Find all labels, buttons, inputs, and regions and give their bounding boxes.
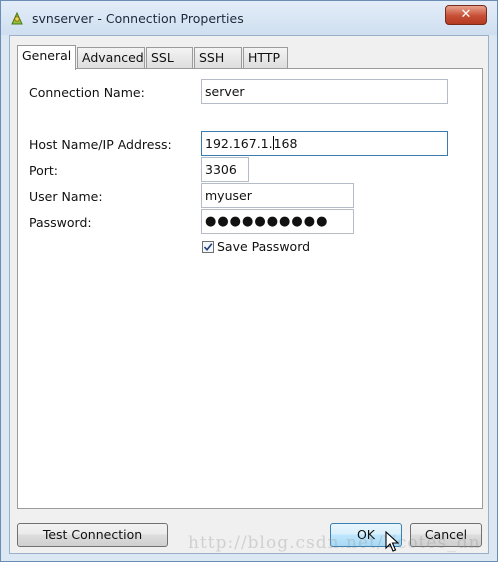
title-bar[interactable]: svnserver - Connection Properties ✕ — [1, 1, 497, 35]
user-name-field[interactable]: myuser — [201, 183, 354, 208]
tab-ssh[interactable]: SSH — [194, 47, 242, 69]
tab-label: Advanced — [82, 50, 144, 65]
port-label: Port: — [29, 163, 58, 178]
host-value-end: 168 — [273, 136, 298, 151]
host-label: Host Name/IP Address: — [29, 137, 172, 152]
tab-general[interactable]: General — [17, 45, 76, 70]
port-field[interactable]: 3306 — [201, 157, 249, 182]
password-field[interactable]: ●●●●●●●●●● — [201, 209, 354, 234]
tab-label: General — [22, 48, 72, 63]
window-title: svnserver - Connection Properties — [32, 11, 244, 26]
tab-label: HTTP — [248, 50, 280, 65]
dialog-body: General Advanced SSL SSH HTTP Connection… — [9, 35, 489, 554]
save-password-checkbox[interactable] — [202, 241, 214, 253]
dialog-window: svnserver - Connection Properties ✕ Gene… — [0, 0, 498, 562]
general-panel: Connection Name: server Host Name/IP Add… — [17, 68, 483, 509]
watermark-text: http://blog.csdn.net/Vcotes_dn — [188, 533, 481, 553]
app-icon — [11, 11, 23, 25]
tab-label: SSL — [151, 50, 174, 65]
checkmark-icon — [203, 243, 213, 252]
tab-ssl[interactable]: SSL — [146, 47, 193, 69]
connection-name-label: Connection Name: — [29, 85, 145, 100]
tab-advanced[interactable]: Advanced — [77, 47, 145, 69]
close-icon: ✕ — [460, 7, 472, 22]
host-field[interactable]: 192.167.1.168 — [201, 131, 448, 156]
tab-http[interactable]: HTTP — [243, 47, 288, 69]
connection-name-field[interactable]: server — [201, 79, 448, 104]
host-value-start: 192.167.1. — [205, 136, 273, 151]
tab-label: SSH — [199, 50, 225, 65]
save-password-label: Save Password — [217, 239, 311, 254]
password-label: Password: — [29, 215, 92, 230]
mouse-pointer-icon — [385, 531, 399, 552]
close-button[interactable]: ✕ — [445, 5, 487, 25]
user-name-label: User Name: — [29, 189, 103, 204]
test-connection-button[interactable]: Test Connection — [17, 523, 168, 547]
